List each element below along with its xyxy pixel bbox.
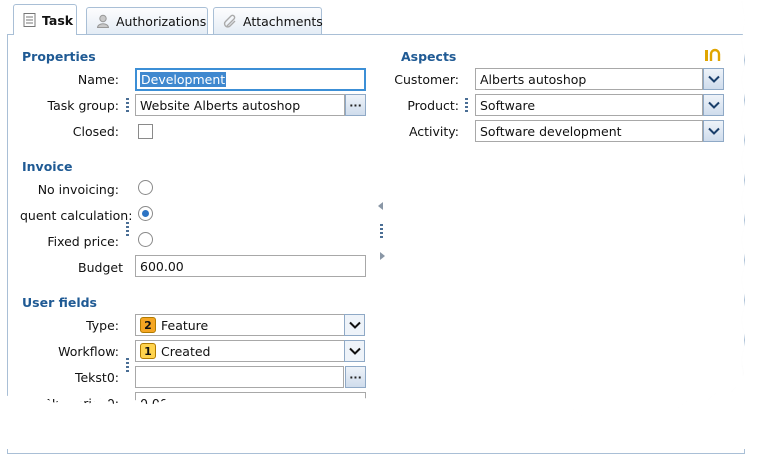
workflow-value: Created <box>161 343 211 359</box>
type-dropdown-button[interactable] <box>344 314 365 336</box>
tab-attachments-label: Attachments <box>243 13 323 29</box>
chevron-down-icon <box>348 321 361 329</box>
type-value: Feature <box>161 317 209 333</box>
product-value: Software <box>480 97 536 113</box>
task-group-browse-button[interactable]: ··· <box>345 94 366 116</box>
fixed-price-label: Fixed price: <box>47 234 119 249</box>
activity-value: Software development <box>480 123 622 139</box>
chevron-down-icon <box>707 75 720 83</box>
activity-select[interactable]: Software development <box>475 120 703 142</box>
activity-dropdown-button[interactable] <box>703 120 724 142</box>
chevron-down-icon <box>707 127 720 135</box>
tab-attachments[interactable]: Attachments <box>213 7 323 34</box>
customer-dropdown-button[interactable] <box>703 68 724 90</box>
user-icon <box>96 14 110 28</box>
tab-task-label: Task <box>42 12 74 28</box>
task-group-field[interactable]: Website Alberts autoshop <box>135 94 345 116</box>
splitter-grip[interactable] <box>126 98 129 112</box>
product-dropdown-button[interactable] <box>703 94 724 116</box>
type-priority-badge: 2 <box>140 317 156 333</box>
tab-task[interactable]: Task <box>13 4 77 35</box>
task-list-icon <box>23 13 36 27</box>
product-select[interactable]: Software <box>475 94 703 116</box>
numeriek0-label: Numeriek0: <box>46 396 119 411</box>
tekst0-label: Tekst0: <box>74 370 119 385</box>
tekst0-browse-button[interactable]: ··· <box>345 366 366 388</box>
section-aspects: Aspects <box>401 49 457 64</box>
closed-label: Closed: <box>72 124 119 139</box>
budget-value: 600.00 <box>140 258 184 274</box>
customer-select[interactable]: Alberts autoshop <box>475 68 703 90</box>
name-value: Development <box>140 72 227 87</box>
task-group-value: Website Alberts autoshop <box>140 97 301 113</box>
name-label: Name: <box>77 72 119 87</box>
splitter-grip-user[interactable] <box>126 358 129 372</box>
activity-label: Activity: <box>408 124 459 139</box>
subsequent-calculation-label: quent calculation: <box>20 208 133 223</box>
workflow-select[interactable]: 1 Created <box>135 340 345 362</box>
type-label: Type: <box>86 318 119 333</box>
budget-field[interactable]: 600.00 <box>135 255 366 277</box>
paperclip-icon <box>223 14 236 28</box>
section-properties: Properties <box>22 49 96 64</box>
layout-options-icon[interactable] <box>704 48 721 62</box>
tekst0-field[interactable] <box>135 366 344 388</box>
budget-label: Budget <box>78 260 123 275</box>
center-splitter-grip[interactable] <box>380 224 383 238</box>
task-editor: Task Authorizations Attachments Properti… <box>0 0 759 454</box>
type-select[interactable]: 2 Feature <box>135 314 345 336</box>
workflow-status-badge: 1 <box>140 343 156 359</box>
customer-value: Alberts autoshop <box>480 71 587 87</box>
name-field[interactable]: Development <box>135 68 366 91</box>
chevron-down-icon <box>348 347 361 355</box>
aspects-splitter-grip[interactable] <box>465 98 468 112</box>
tab-authorizations-label: Authorizations <box>116 13 207 29</box>
splitter-grip-invoice[interactable] <box>126 222 129 236</box>
closed-checkbox[interactable] <box>138 124 153 139</box>
collapse-right-icon[interactable] <box>380 252 386 260</box>
tab-authorizations[interactable]: Authorizations <box>86 7 208 34</box>
numeriek0-field[interactable]: 0.00 <box>135 392 366 414</box>
chevron-down-icon <box>707 101 720 109</box>
collapse-left-icon[interactable] <box>378 202 384 210</box>
fixed-price-radio[interactable] <box>138 232 153 247</box>
workflow-label: Workflow: <box>58 344 119 359</box>
customer-label: Customer: <box>394 72 459 87</box>
subsequent-calculation-radio[interactable] <box>138 206 153 221</box>
section-user-fields: User fields <box>22 295 97 310</box>
section-invoice: Invoice <box>22 159 73 174</box>
no-invoicing-label: No invoicing: <box>37 182 119 197</box>
task-group-label: Task group: <box>47 98 119 113</box>
product-label: Product: <box>407 98 459 113</box>
no-invoicing-radio[interactable] <box>138 180 153 195</box>
numeriek0-value: 0.00 <box>140 395 168 411</box>
workflow-dropdown-button[interactable] <box>344 340 365 362</box>
